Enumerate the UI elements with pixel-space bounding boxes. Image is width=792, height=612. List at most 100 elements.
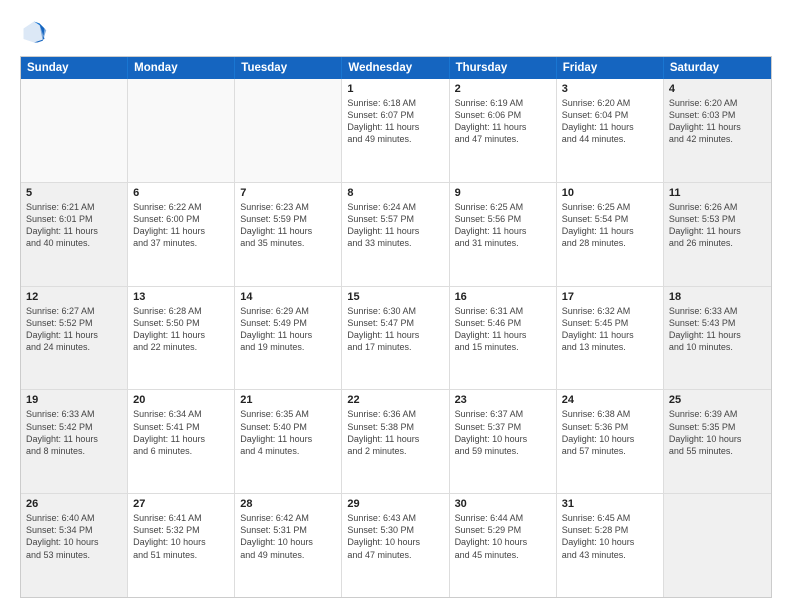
- day-number: 26: [26, 498, 122, 510]
- calendar-header: SundayMondayTuesdayWednesdayThursdayFrid…: [21, 57, 771, 79]
- day-number: 25: [669, 394, 766, 406]
- calendar-cell: [128, 79, 235, 182]
- day-number: 14: [240, 291, 336, 303]
- day-info: Sunrise: 6:35 AM Sunset: 5:40 PM Dayligh…: [240, 408, 336, 457]
- day-number: 11: [669, 187, 766, 199]
- day-info: Sunrise: 6:26 AM Sunset: 5:53 PM Dayligh…: [669, 201, 766, 250]
- day-info: Sunrise: 6:38 AM Sunset: 5:36 PM Dayligh…: [562, 408, 658, 457]
- day-info: Sunrise: 6:19 AM Sunset: 6:06 PM Dayligh…: [455, 97, 551, 146]
- day-number: 9: [455, 187, 551, 199]
- calendar: SundayMondayTuesdayWednesdayThursdayFrid…: [20, 56, 772, 598]
- calendar-cell: 30 Sunrise: 6:44 AM Sunset: 5:29 PM Dayli…: [450, 494, 557, 597]
- calendar-cell: 14 Sunrise: 6:29 AM Sunset: 5:49 PM Dayli…: [235, 287, 342, 390]
- day-info: Sunrise: 6:45 AM Sunset: 5:28 PM Dayligh…: [562, 512, 658, 561]
- calendar-cell: 7 Sunrise: 6:23 AM Sunset: 5:59 PM Daylig…: [235, 183, 342, 286]
- day-number: 8: [347, 187, 443, 199]
- day-info: Sunrise: 6:33 AM Sunset: 5:43 PM Dayligh…: [669, 305, 766, 354]
- calendar-cell: 26 Sunrise: 6:40 AM Sunset: 5:34 PM Dayli…: [21, 494, 128, 597]
- day-info: Sunrise: 6:37 AM Sunset: 5:37 PM Dayligh…: [455, 408, 551, 457]
- day-info: Sunrise: 6:43 AM Sunset: 5:30 PM Dayligh…: [347, 512, 443, 561]
- day-number: 17: [562, 291, 658, 303]
- calendar-cell: 27 Sunrise: 6:41 AM Sunset: 5:32 PM Dayli…: [128, 494, 235, 597]
- day-info: Sunrise: 6:39 AM Sunset: 5:35 PM Dayligh…: [669, 408, 766, 457]
- weekday-header: Friday: [557, 57, 664, 79]
- day-number: 30: [455, 498, 551, 510]
- day-number: 5: [26, 187, 122, 199]
- day-info: Sunrise: 6:33 AM Sunset: 5:42 PM Dayligh…: [26, 408, 122, 457]
- calendar-cell: 25 Sunrise: 6:39 AM Sunset: 5:35 PM Dayli…: [664, 390, 771, 493]
- weekday-header: Saturday: [664, 57, 771, 79]
- calendar-cell: 24 Sunrise: 6:38 AM Sunset: 5:36 PM Dayli…: [557, 390, 664, 493]
- calendar-cell: 9 Sunrise: 6:25 AM Sunset: 5:56 PM Daylig…: [450, 183, 557, 286]
- day-number: 24: [562, 394, 658, 406]
- day-info: Sunrise: 6:44 AM Sunset: 5:29 PM Dayligh…: [455, 512, 551, 561]
- calendar-cell: 17 Sunrise: 6:32 AM Sunset: 5:45 PM Dayli…: [557, 287, 664, 390]
- weekday-header: Thursday: [450, 57, 557, 79]
- day-info: Sunrise: 6:22 AM Sunset: 6:00 PM Dayligh…: [133, 201, 229, 250]
- day-number: 29: [347, 498, 443, 510]
- calendar-cell: 22 Sunrise: 6:36 AM Sunset: 5:38 PM Dayli…: [342, 390, 449, 493]
- calendar-row: 26 Sunrise: 6:40 AM Sunset: 5:34 PM Dayli…: [21, 494, 771, 597]
- calendar-cell: 2 Sunrise: 6:19 AM Sunset: 6:06 PM Daylig…: [450, 79, 557, 182]
- day-number: 19: [26, 394, 122, 406]
- day-info: Sunrise: 6:25 AM Sunset: 5:56 PM Dayligh…: [455, 201, 551, 250]
- day-info: Sunrise: 6:28 AM Sunset: 5:50 PM Dayligh…: [133, 305, 229, 354]
- day-info: Sunrise: 6:34 AM Sunset: 5:41 PM Dayligh…: [133, 408, 229, 457]
- page-header: [20, 18, 772, 46]
- calendar-cell: 16 Sunrise: 6:31 AM Sunset: 5:46 PM Dayli…: [450, 287, 557, 390]
- day-info: Sunrise: 6:18 AM Sunset: 6:07 PM Dayligh…: [347, 97, 443, 146]
- calendar-cell: 4 Sunrise: 6:20 AM Sunset: 6:03 PM Daylig…: [664, 79, 771, 182]
- day-number: 1: [347, 83, 443, 95]
- day-number: 6: [133, 187, 229, 199]
- calendar-cell: 21 Sunrise: 6:35 AM Sunset: 5:40 PM Dayli…: [235, 390, 342, 493]
- day-number: 7: [240, 187, 336, 199]
- calendar-cell: 3 Sunrise: 6:20 AM Sunset: 6:04 PM Daylig…: [557, 79, 664, 182]
- day-info: Sunrise: 6:24 AM Sunset: 5:57 PM Dayligh…: [347, 201, 443, 250]
- calendar-cell: 28Sunrise: 6:42 AM Sunset: 5:31 PM Dayli…: [235, 494, 342, 597]
- day-info: Sunrise: 6:25 AM Sunset: 5:54 PM Dayligh…: [562, 201, 658, 250]
- day-number: 15: [347, 291, 443, 303]
- day-number: 27: [133, 498, 229, 510]
- day-number: 31: [562, 498, 658, 510]
- day-info: Sunrise: 6:20 AM Sunset: 6:04 PM Dayligh…: [562, 97, 658, 146]
- calendar-cell: 6 Sunrise: 6:22 AM Sunset: 6:00 PM Daylig…: [128, 183, 235, 286]
- day-number: 16: [455, 291, 551, 303]
- day-info: Sunrise: 6:27 AM Sunset: 5:52 PM Dayligh…: [26, 305, 122, 354]
- day-info: Sunrise: 6:40 AM Sunset: 5:34 PM Dayligh…: [26, 512, 122, 561]
- day-number: 22: [347, 394, 443, 406]
- logo-icon: [20, 18, 48, 46]
- calendar-cell: 8 Sunrise: 6:24 AM Sunset: 5:57 PM Daylig…: [342, 183, 449, 286]
- calendar-cell: [21, 79, 128, 182]
- weekday-header: Tuesday: [235, 57, 342, 79]
- calendar-cell: 5 Sunrise: 6:21 AM Sunset: 6:01 PM Daylig…: [21, 183, 128, 286]
- calendar-cell: 29 Sunrise: 6:43 AM Sunset: 5:30 PM Dayli…: [342, 494, 449, 597]
- day-info: Sunrise: 6:30 AM Sunset: 5:47 PM Dayligh…: [347, 305, 443, 354]
- day-number: 21: [240, 394, 336, 406]
- day-info: Sunrise: 6:31 AM Sunset: 5:46 PM Dayligh…: [455, 305, 551, 354]
- day-number: 3: [562, 83, 658, 95]
- day-info: Sunrise: 6:29 AM Sunset: 5:49 PM Dayligh…: [240, 305, 336, 354]
- day-number: 18: [669, 291, 766, 303]
- day-number: 10: [562, 187, 658, 199]
- calendar-row: 1 Sunrise: 6:18 AM Sunset: 6:07 PM Daylig…: [21, 79, 771, 183]
- weekday-header: Wednesday: [342, 57, 449, 79]
- calendar-cell: 13Sunrise: 6:28 AM Sunset: 5:50 PM Dayli…: [128, 287, 235, 390]
- day-number: 2: [455, 83, 551, 95]
- calendar-cell: [235, 79, 342, 182]
- day-info: Sunrise: 6:23 AM Sunset: 5:59 PM Dayligh…: [240, 201, 336, 250]
- calendar-cell: 23Sunrise: 6:37 AM Sunset: 5:37 PM Dayli…: [450, 390, 557, 493]
- day-info: Sunrise: 6:41 AM Sunset: 5:32 PM Dayligh…: [133, 512, 229, 561]
- logo: [20, 18, 52, 46]
- day-info: Sunrise: 6:32 AM Sunset: 5:45 PM Dayligh…: [562, 305, 658, 354]
- day-info: Sunrise: 6:42 AM Sunset: 5:31 PM Dayligh…: [240, 512, 336, 561]
- day-info: Sunrise: 6:21 AM Sunset: 6:01 PM Dayligh…: [26, 201, 122, 250]
- calendar-cell: [664, 494, 771, 597]
- day-info: Sunrise: 6:36 AM Sunset: 5:38 PM Dayligh…: [347, 408, 443, 457]
- day-number: 4: [669, 83, 766, 95]
- day-info: Sunrise: 6:20 AM Sunset: 6:03 PM Dayligh…: [669, 97, 766, 146]
- calendar-cell: 11 Sunrise: 6:26 AM Sunset: 5:53 PM Dayli…: [664, 183, 771, 286]
- day-number: 12: [26, 291, 122, 303]
- calendar-cell: 19 Sunrise: 6:33 AM Sunset: 5:42 PM Dayli…: [21, 390, 128, 493]
- weekday-header: Monday: [128, 57, 235, 79]
- calendar-cell: 15 Sunrise: 6:30 AM Sunset: 5:47 PM Dayli…: [342, 287, 449, 390]
